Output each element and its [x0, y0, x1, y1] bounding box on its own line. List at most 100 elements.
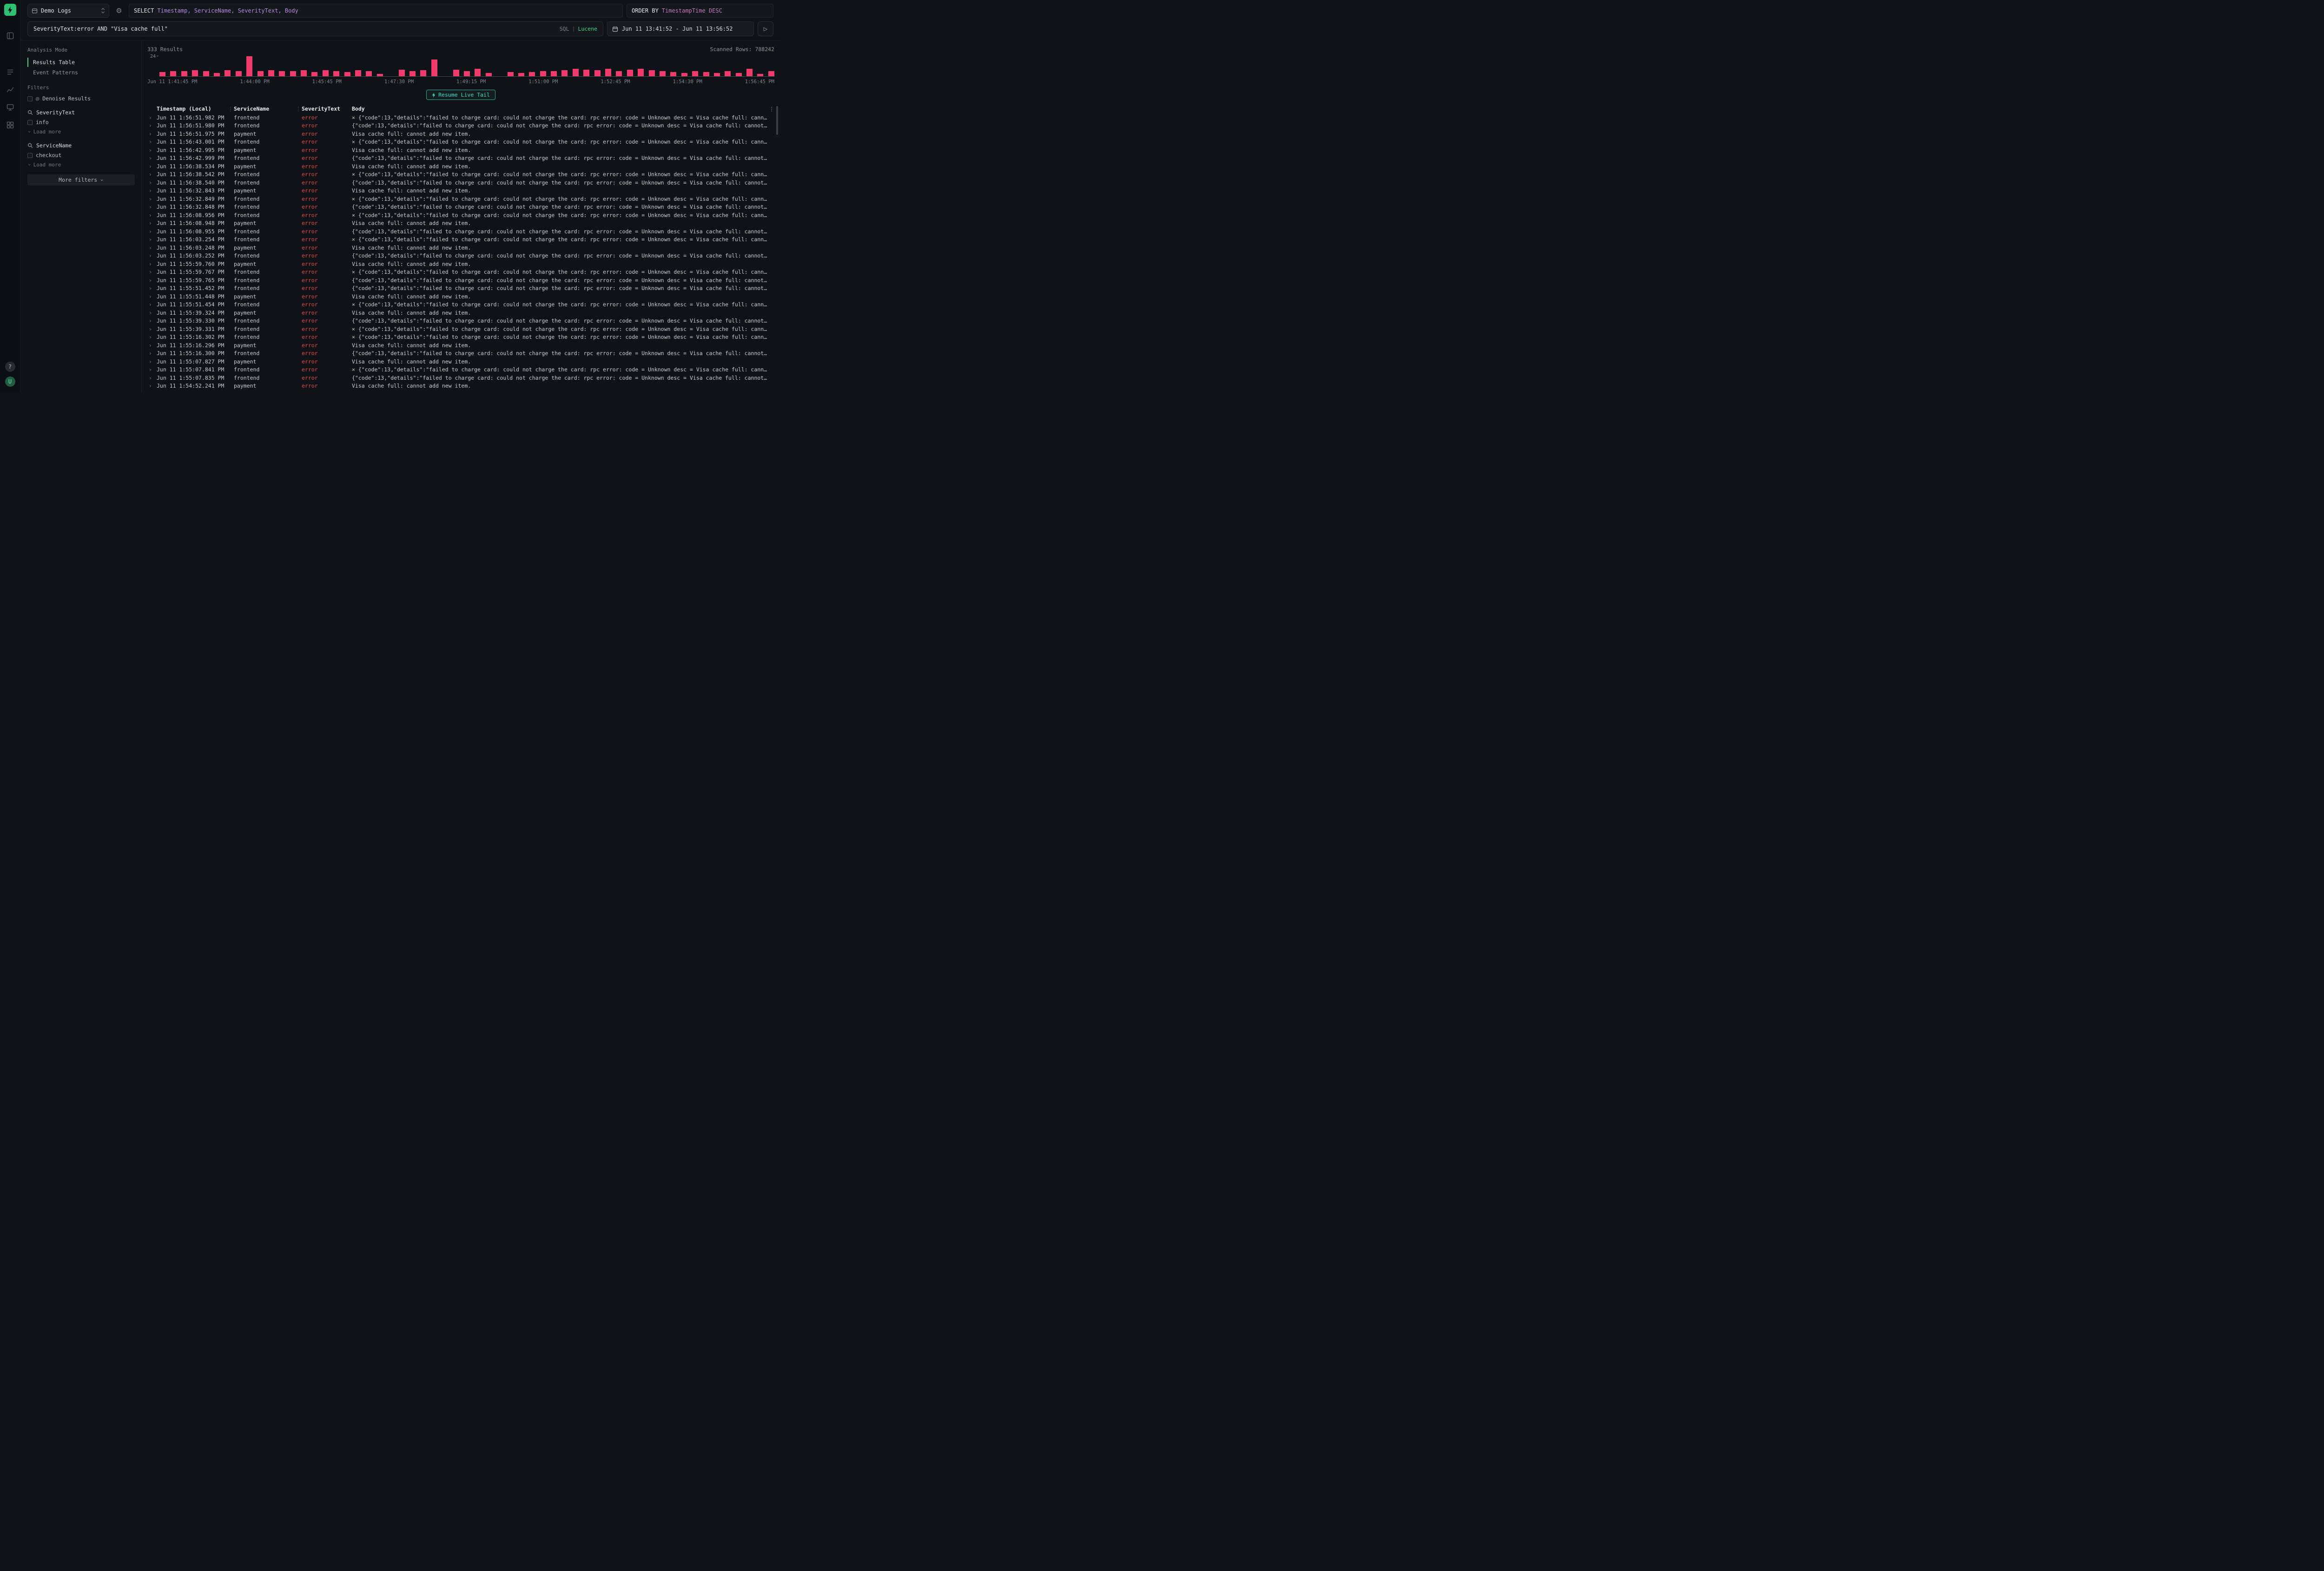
log-row[interactable]: › Jun 11 1:55:39.331 PM frontend error ×… [147, 325, 774, 333]
row-expand-icon[interactable]: › [147, 131, 157, 137]
log-row[interactable]: › Jun 11 1:55:51.454 PM frontend error ×… [147, 301, 774, 309]
row-expand-icon[interactable]: › [147, 179, 157, 186]
gear-icon[interactable]: ⚙ [113, 4, 125, 18]
histogram-bar[interactable] [431, 59, 437, 76]
mode-results-table[interactable]: Results Table [27, 58, 135, 67]
log-row[interactable]: › Jun 11 1:56:32.849 PM frontend error ×… [147, 195, 774, 203]
row-expand-icon[interactable]: › [147, 293, 157, 300]
histogram-bar[interactable] [757, 74, 763, 76]
select-clause-editor[interactable]: SELECT Timestamp, ServiceName, SeverityT… [129, 4, 623, 18]
column-severitytext[interactable]: SeverityText [302, 106, 352, 112]
run-query-button[interactable]: ▷ [758, 21, 773, 36]
denoise-checkbox[interactable] [27, 96, 33, 101]
log-row[interactable]: › Jun 11 1:54:52.241 PM payment error Vi… [147, 382, 774, 390]
log-row[interactable]: › Jun 11 1:55:16.296 PM payment error Vi… [147, 341, 774, 350]
row-expand-icon[interactable]: › [147, 342, 157, 349]
row-expand-icon[interactable]: › [147, 212, 157, 218]
row-expand-icon[interactable]: › [147, 139, 157, 145]
histogram-bar[interactable] [464, 71, 470, 76]
log-row[interactable]: › Jun 11 1:55:07.827 PM payment error Vi… [147, 357, 774, 366]
histogram-bar[interactable] [638, 69, 644, 76]
log-row[interactable]: › Jun 11 1:56:51.980 PM frontend error {… [147, 122, 774, 130]
row-expand-icon[interactable]: › [147, 122, 157, 129]
language-sql[interactable]: SQL [560, 26, 569, 32]
more-filters-button[interactable]: More filters › [27, 174, 135, 185]
log-row[interactable]: › Jun 11 1:56:08.956 PM frontend error ×… [147, 211, 774, 219]
histogram-bar[interactable] [551, 71, 557, 76]
column-body[interactable]: Body [352, 106, 767, 112]
row-expand-icon[interactable]: › [147, 334, 157, 340]
histogram-bar[interactable] [192, 70, 198, 76]
mode-event-patterns[interactable]: Event Patterns [27, 68, 135, 77]
histogram-bar[interactable] [344, 72, 350, 76]
row-expand-icon[interactable]: › [147, 277, 157, 284]
log-row[interactable]: › Jun 11 1:56:03.252 PM frontend error {… [147, 252, 774, 260]
order-by-editor[interactable]: ORDER BY TimestampTime DESC [627, 4, 773, 18]
histogram-bar[interactable] [453, 70, 459, 76]
log-row[interactable]: › Jun 11 1:56:03.254 PM frontend error ×… [147, 236, 774, 244]
language-lucene[interactable]: Lucene [578, 26, 597, 32]
histogram-bar[interactable] [486, 73, 492, 76]
row-expand-icon[interactable]: › [147, 285, 157, 291]
histogram-bar[interactable] [246, 56, 252, 76]
log-row[interactable]: › Jun 11 1:55:59.767 PM frontend error ×… [147, 268, 774, 277]
log-row[interactable]: › Jun 11 1:55:39.324 PM payment error Vi… [147, 309, 774, 317]
log-row[interactable]: › Jun 11 1:55:16.300 PM frontend error {… [147, 350, 774, 358]
row-expand-icon[interactable]: › [147, 358, 157, 365]
row-expand-icon[interactable]: › [147, 155, 157, 161]
histogram-bar[interactable] [627, 70, 633, 76]
histogram-bar[interactable] [203, 71, 209, 76]
load-more-severitytext[interactable]: › Load more [28, 129, 135, 135]
histogram-bar[interactable] [529, 72, 535, 76]
histogram-bar[interactable] [268, 70, 274, 76]
log-row[interactable]: › Jun 11 1:56:32.848 PM frontend error {… [147, 203, 774, 211]
log-row[interactable]: › Jun 11 1:55:07.841 PM frontend error ×… [147, 366, 774, 374]
row-expand-icon[interactable]: › [147, 228, 157, 235]
histogram-bar[interactable] [746, 69, 753, 76]
filter-option-info[interactable]: info [27, 119, 135, 125]
log-row[interactable]: › Jun 11 1:56:03.248 PM payment error Vi… [147, 244, 774, 252]
row-expand-icon[interactable]: › [147, 317, 157, 324]
histogram-bar[interactable] [681, 73, 687, 76]
histogram-bar[interactable] [311, 72, 317, 76]
histogram-bar[interactable] [323, 70, 329, 76]
histogram-bar[interactable] [420, 70, 426, 76]
query-language-toggle[interactable]: SQL | Lucene [560, 26, 597, 32]
denoise-toggle[interactable]: ◎ Denoise Results [27, 95, 135, 102]
filter-option-checkout[interactable]: checkout [27, 152, 135, 158]
histogram-bar[interactable] [768, 71, 774, 76]
log-row[interactable]: › Jun 11 1:56:51.975 PM payment error Vi… [147, 130, 774, 138]
monitor-icon[interactable] [6, 103, 14, 112]
histogram-bar[interactable] [366, 71, 372, 76]
histogram-bar[interactable] [301, 70, 307, 76]
help-button[interactable]: ? [5, 362, 15, 372]
log-row[interactable]: › Jun 11 1:56:42.995 PM payment error Vi… [147, 146, 774, 154]
chart-icon[interactable] [6, 86, 14, 94]
log-row[interactable]: › Jun 11 1:56:38.542 PM frontend error ×… [147, 171, 774, 179]
log-row[interactable]: › Jun 11 1:56:42.999 PM frontend error {… [147, 154, 774, 163]
histogram-bar[interactable] [333, 71, 339, 76]
histogram-bar[interactable] [214, 73, 220, 76]
user-avatar[interactable]: U [5, 376, 15, 387]
logs-icon[interactable] [6, 68, 14, 76]
row-expand-icon[interactable]: › [147, 269, 157, 275]
dashboard-icon[interactable] [6, 32, 14, 40]
row-expand-icon[interactable]: › [147, 147, 157, 153]
row-expand-icon[interactable]: › [147, 310, 157, 316]
row-expand-icon[interactable]: › [147, 366, 157, 373]
row-expand-icon[interactable]: › [147, 187, 157, 194]
services-grid-icon[interactable] [6, 121, 14, 129]
histogram-bar[interactable] [409, 71, 416, 76]
histogram-bar[interactable] [399, 70, 405, 76]
histogram-bar[interactable] [660, 71, 666, 76]
log-row[interactable]: › Jun 11 1:55:39.330 PM frontend error {… [147, 317, 774, 325]
log-row[interactable]: › Jun 11 1:56:38.540 PM frontend error {… [147, 178, 774, 187]
histogram-bar[interactable] [224, 70, 231, 76]
time-range-picker[interactable]: Jun 11 13:41:52 - Jun 11 13:56:52 [607, 21, 754, 36]
app-logo-icon[interactable] [4, 4, 16, 16]
row-expand-icon[interactable]: › [147, 375, 157, 381]
log-row[interactable]: › Jun 11 1:56:43.001 PM frontend error ×… [147, 138, 774, 146]
row-expand-icon[interactable]: › [147, 163, 157, 170]
histogram-bar[interactable] [703, 72, 709, 76]
table-options-icon[interactable]: ⋮ [767, 106, 774, 112]
